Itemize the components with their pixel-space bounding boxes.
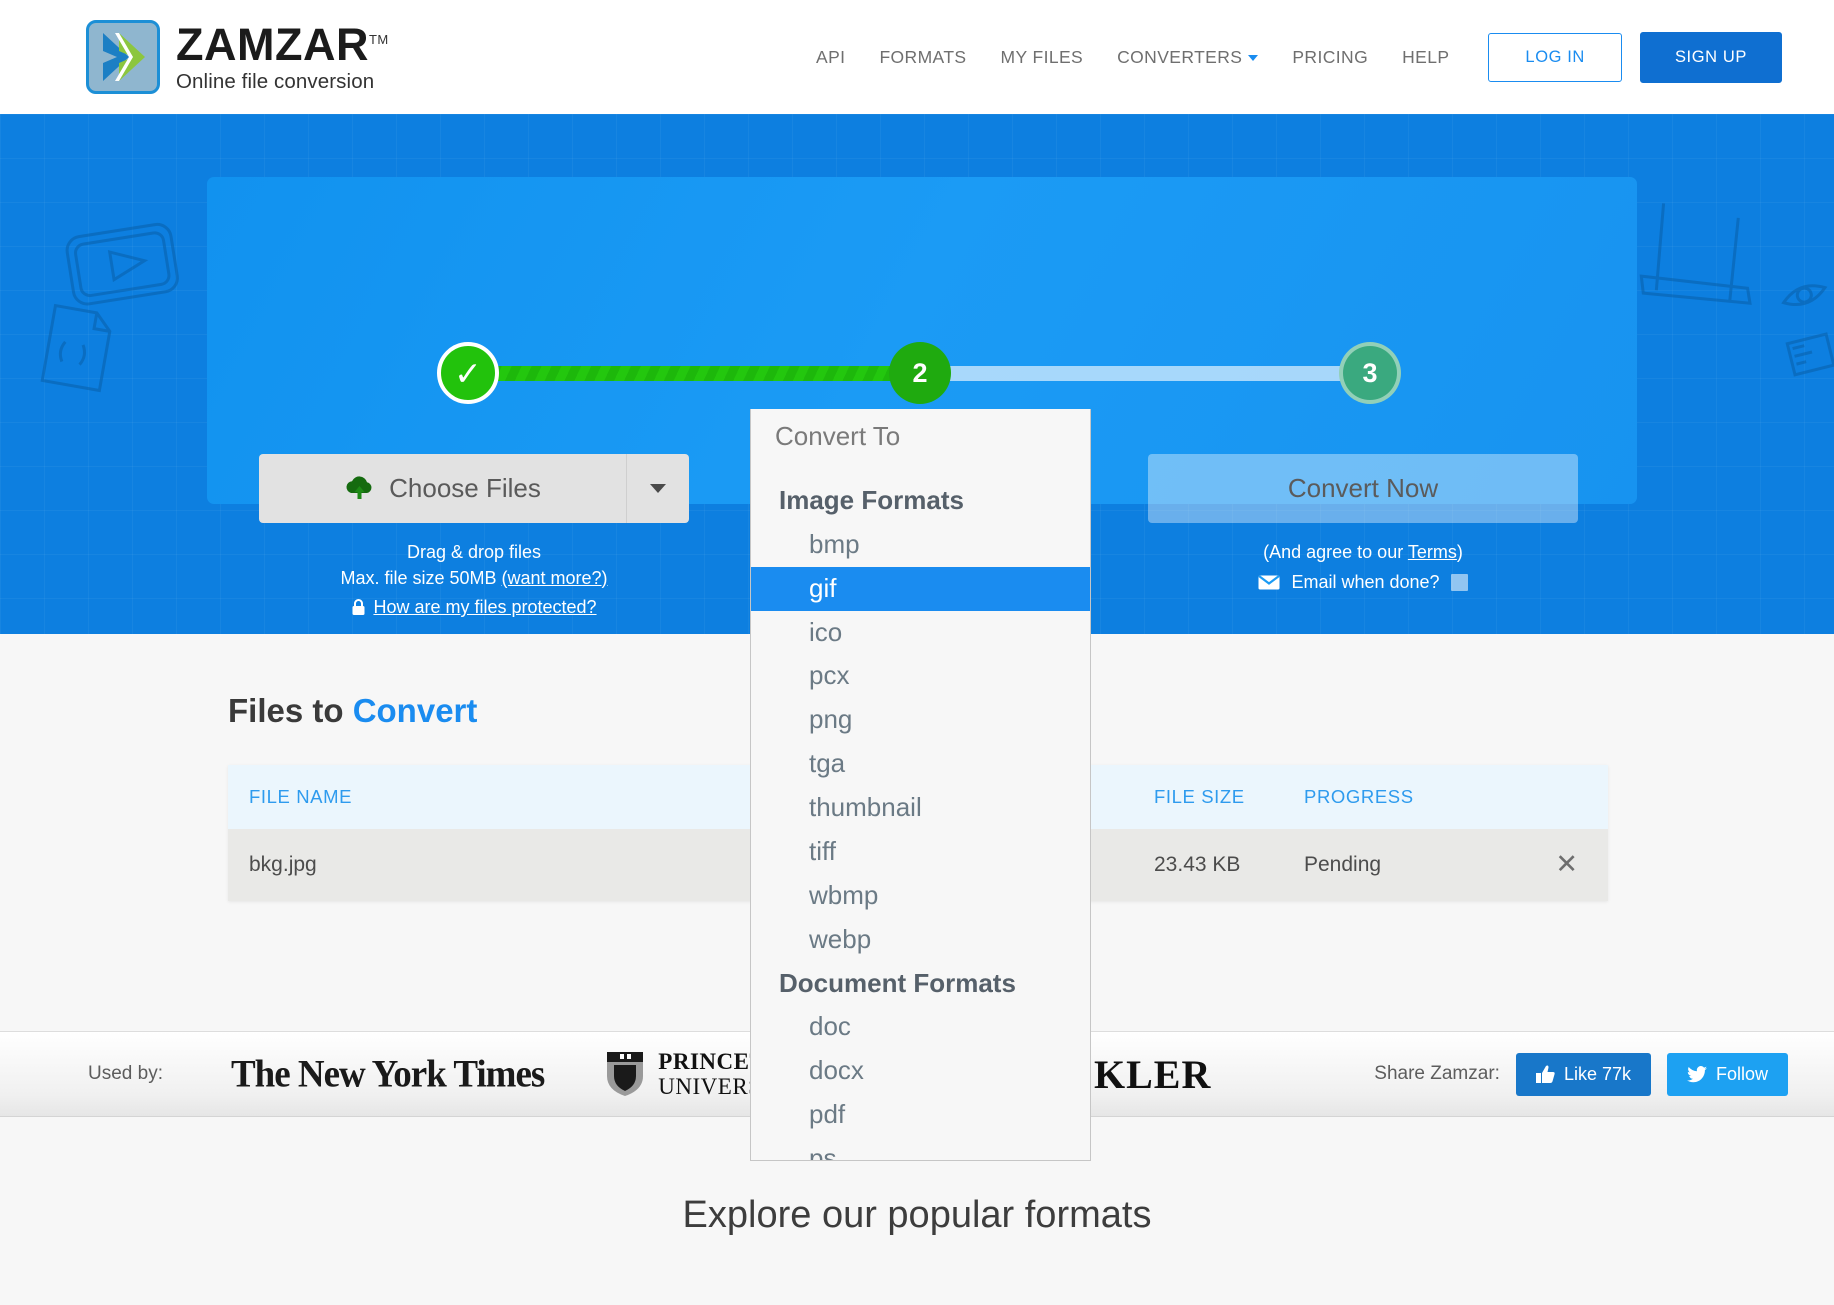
column-header-file-size: FILE SIZE	[1154, 786, 1245, 807]
convert-now-button[interactable]: Convert Now	[1148, 454, 1578, 523]
choose-files-main[interactable]: Choose Files	[259, 473, 626, 504]
cell-actions: ✕	[1534, 851, 1608, 879]
page-title: Files to Convert	[228, 692, 477, 730]
dropdown-spacer	[751, 457, 1090, 479]
nav-item-formats[interactable]: FORMATS	[862, 47, 983, 68]
login-button[interactable]: LOG IN	[1488, 32, 1622, 82]
nav-item-pricing[interactable]: PRICING	[1275, 47, 1385, 68]
terms-prefix: (And agree to our	[1263, 542, 1408, 562]
terms-link[interactable]: Terms	[1408, 542, 1457, 562]
convert-to-dropdown[interactable]: Convert To Image Formats bmp gif ico pcx png t…	[750, 409, 1091, 1161]
choose-files-column: Choose Files Drag & drop files Max. file…	[259, 454, 689, 621]
step-indicator: ✓ 2 3	[437, 342, 1401, 404]
logo-tm: TM	[368, 31, 389, 47]
dropdown-groups: Image Formats bmp gif ico pcx png tga thumbnail…	[751, 479, 1090, 1160]
dropdown-option-png[interactable]: png	[751, 698, 1090, 742]
dropdown-group-title: Image Formats	[779, 484, 964, 515]
maxsize-prefix: Max. file size 50MB	[340, 567, 502, 588]
protected-row: How are my files protected?	[259, 595, 689, 621]
convert-now-column: Convert Now (And agree to our Terms) Ema…	[1148, 454, 1578, 593]
nav-label: HELP	[1402, 46, 1450, 67]
nav-label: CONVERTERS	[1117, 46, 1243, 67]
dropdown-option-ps[interactable]: ps	[751, 1137, 1090, 1160]
email-when-done-row: Email when done?	[1148, 572, 1578, 593]
dropdown-option-docx[interactable]: docx	[751, 1049, 1090, 1093]
step-2-label: 2	[912, 357, 928, 388]
princeton-shield-icon	[607, 1052, 644, 1096]
dragdrop-text: Drag & drop files	[406, 542, 542, 562]
dropdown-option-bmp[interactable]: bmp	[751, 523, 1090, 567]
step-3-pending: 3	[1339, 342, 1401, 404]
email-when-done-label: Email when done?	[1291, 571, 1440, 592]
lock-icon	[352, 599, 365, 616]
terms-suffix: )	[1456, 542, 1463, 562]
chevron-down-icon	[650, 484, 666, 493]
dropdown-option-wbmp[interactable]: wbmp	[751, 874, 1090, 918]
step-connector-done	[482, 366, 912, 381]
cell-progress: Pending	[1304, 853, 1382, 876]
twitter-follow-button[interactable]: Follow	[1666, 1052, 1788, 1096]
email-when-done-checkbox[interactable]	[1450, 573, 1468, 591]
page-title-main: Files to	[228, 692, 353, 729]
column-header-progress: PROGRESS	[1304, 786, 1414, 807]
terms-note: (And agree to our Terms)	[1148, 540, 1578, 566]
logo-third-partial: KLER	[1094, 1051, 1212, 1097]
step-2-active: 2	[889, 342, 951, 404]
thumbs-up-icon	[1535, 1065, 1555, 1083]
chevron-down-icon	[1248, 54, 1259, 61]
dropdown-option-tga[interactable]: tga	[751, 742, 1090, 786]
choose-files-label: Choose Files	[389, 473, 541, 503]
signup-button[interactable]: SIGN UP	[1639, 31, 1782, 83]
nav-item-my-files[interactable]: MY FILES	[984, 47, 1101, 68]
nav-item-converters[interactable]: CONVERTERS	[1100, 47, 1275, 68]
dropdown-option-tiff[interactable]: tiff	[751, 830, 1090, 874]
twitter-follow-label: Follow	[1715, 1063, 1768, 1084]
nav-label: FORMATS	[879, 46, 967, 67]
logo-subtitle: Online file conversion	[176, 69, 375, 93]
dropdown-option-thumbnail[interactable]: thumbnail	[751, 786, 1090, 830]
nav-label: API	[816, 46, 846, 67]
site-header: ZAMZARTM Online file conversion API FORM…	[0, 0, 1834, 114]
dropdown-option-ico[interactable]: ico	[751, 611, 1090, 655]
maxsize-text: Max. file size 50MB (want more?)	[259, 566, 689, 592]
step-3-label: 3	[1362, 357, 1378, 388]
nav-label: MY FILES	[1000, 46, 1084, 67]
close-icon[interactable]: ✕	[1555, 849, 1578, 879]
page-title-accent: Convert	[352, 692, 478, 729]
facebook-like-label: Like 77k	[1563, 1063, 1631, 1084]
used-by-label: Used by:	[88, 1063, 163, 1084]
dropdown-option-gif[interactable]: gif	[751, 566, 1090, 611]
dropdown-option-doc[interactable]: doc	[751, 1005, 1090, 1049]
step-1-complete: ✓	[437, 342, 499, 404]
choose-files-notes: Drag & drop files Max. file size 50MB (w…	[259, 540, 689, 621]
main-nav: API FORMATS MY FILES CONVERTERS PRICING …	[799, 31, 1782, 83]
logo-new-york-times: The New York Times	[230, 1052, 545, 1096]
dropdown-option-pcx[interactable]: pcx	[751, 654, 1090, 698]
choose-files-button[interactable]: Choose Files	[259, 454, 689, 523]
cloud-upload-icon	[346, 475, 372, 499]
check-icon: ✓	[454, 354, 482, 392]
envelope-icon	[1258, 574, 1281, 590]
cell-file-size: 23.43 KB	[1154, 853, 1241, 876]
logo-title-text: ZAMZAR	[176, 18, 369, 70]
logo-title: ZAMZARTM	[176, 22, 389, 67]
logo[interactable]: ZAMZARTM Online file conversion	[86, 20, 389, 94]
facebook-like-button[interactable]: Like 77k	[1515, 1052, 1651, 1096]
dropdown-group-title: Document Formats	[779, 967, 1016, 998]
zamzar-logo-icon	[86, 20, 160, 94]
twitter-bird-icon	[1686, 1065, 1707, 1082]
explore-title: Explore our popular formats	[682, 1193, 1152, 1236]
dropdown-placeholder: Convert To	[775, 421, 901, 451]
nav-item-api[interactable]: API	[799, 47, 862, 68]
files-protected-link[interactable]: How are my files protected?	[373, 597, 596, 617]
share-label: Share Zamzar:	[1374, 1063, 1500, 1084]
share-zamzar: Share Zamzar: Like 77k Follow	[1374, 1052, 1788, 1096]
choose-files-dropdown-toggle[interactable]	[626, 454, 689, 523]
step-connector-todo	[927, 366, 1357, 381]
want-more-link[interactable]: (want more?)	[502, 568, 608, 588]
dropdown-option-webp[interactable]: webp	[751, 918, 1090, 962]
dropdown-option-pdf[interactable]: pdf	[751, 1093, 1090, 1137]
nav-item-help[interactable]: HELP	[1385, 47, 1466, 68]
nav-label: PRICING	[1292, 46, 1369, 67]
